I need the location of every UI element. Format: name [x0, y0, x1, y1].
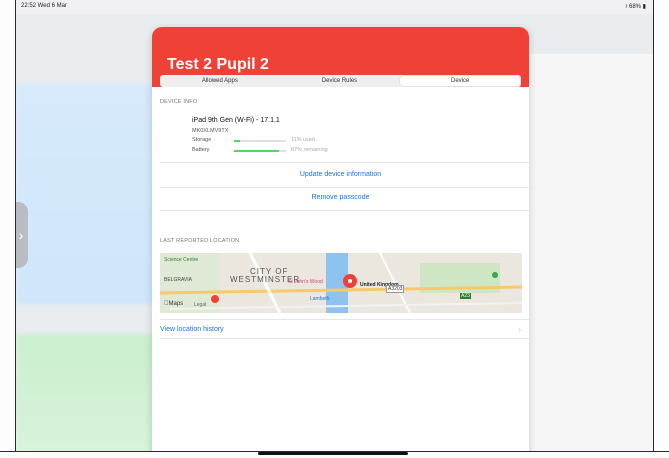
divider [160, 210, 529, 211]
map-place-label: BELGRAVIA [164, 277, 192, 283]
map-road-label: A23 [460, 293, 471, 299]
storage-fill [234, 140, 240, 142]
tab-allowed-apps[interactable]: Allowed Apps [160, 75, 280, 87]
map-place-label: Science Centre [164, 257, 199, 263]
device-name: iPad 9th Gen (W-Fi) - 17.1.1 [192, 117, 280, 124]
location-label: LAST REPORTED LOCATION [160, 238, 240, 244]
battery-value: 87% remaining [291, 147, 328, 153]
location-map[interactable]: Science Centre BELGRAVIA CITY OF WESTMIN… [160, 253, 522, 313]
segmented-control: Allowed Apps Device Rules Device [160, 75, 521, 87]
battery-bar [234, 150, 286, 152]
bezel-right [653, 0, 669, 458]
sidebar-handle[interactable]: › [16, 202, 28, 268]
device-modal: Test 2 Pupil 2 Allowed Apps Device Rules… [152, 27, 529, 451]
background-blur [16, 334, 156, 451]
update-device-info-button[interactable]: Update device information [152, 171, 529, 178]
tab-device-rules[interactable]: Device Rules [280, 75, 400, 87]
battery-fill [234, 150, 280, 152]
device-serial: MK0XLMV9TX [192, 128, 229, 134]
divider [160, 319, 529, 320]
status-time: 22:52 Wed 6 Mar [21, 3, 67, 9]
chevron-right-icon: › [518, 325, 521, 334]
divider [160, 338, 529, 339]
background-blur [523, 54, 653, 451]
battery-row: Battery 87% remaining [192, 147, 328, 153]
maps-legal-link[interactable]: Legal [194, 302, 206, 308]
bezel-left [0, 0, 16, 458]
tab-device[interactable]: Device [400, 76, 521, 86]
map-canvas [160, 253, 522, 313]
map-place-label: St John's Wood [288, 279, 323, 285]
chevron-right-icon: › [18, 227, 24, 243]
storage-value: 11% used [291, 137, 316, 143]
divider [160, 187, 529, 188]
device-info-label: DEVICE INFO [160, 99, 198, 105]
storage-label: Storage [192, 137, 212, 143]
map-place-label: Lambeth [310, 296, 330, 302]
screen: › Test 2 Pupil 2 Allowed Apps Device Rul… [16, 14, 653, 451]
map-road-label: A3203 [386, 285, 405, 293]
maps-brand: Maps [164, 301, 183, 307]
background-blur [16, 84, 156, 304]
storage-bar [234, 140, 286, 142]
page-title: Test 2 Pupil 2 [167, 56, 269, 73]
storage-row: Storage 11% used [192, 137, 315, 143]
battery-indicator: ≀ 68% ▮ [625, 4, 646, 10]
battery-label: Battery [192, 147, 210, 153]
status-bar: 22:52 Wed 6 Mar ≀ 68% ▮ [15, 0, 654, 14]
remove-passcode-button[interactable]: Remove passcode [152, 194, 529, 201]
divider [160, 162, 529, 163]
home-indicator[interactable] [258, 452, 408, 455]
view-location-history-link[interactable]: View location history [160, 326, 224, 333]
ipad-frame: 22:52 Wed 6 Mar ≀ 68% ▮ › Test 2 Pupil 2… [0, 0, 669, 458]
